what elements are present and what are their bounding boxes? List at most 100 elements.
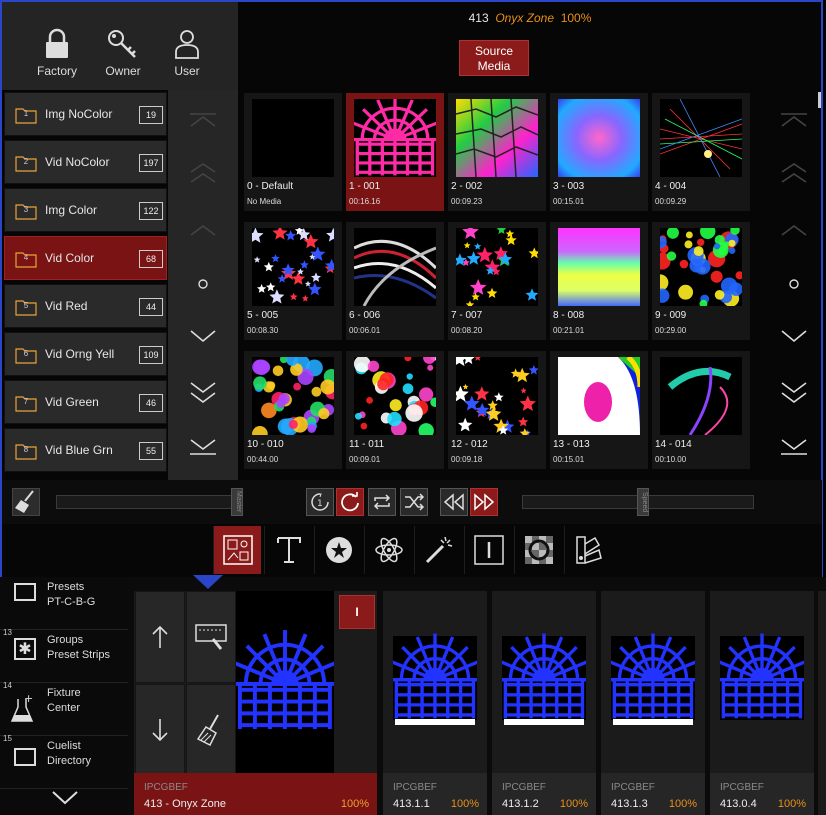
- double-chevron-down-icon[interactable]: [188, 380, 218, 406]
- media-name: 2 - 002: [451, 181, 483, 192]
- chevron-down-icon[interactable]: [779, 328, 809, 344]
- media-duration: 00:21.01: [553, 326, 585, 335]
- zone-card[interactable]: IPCGBEF 413.1.3 100%: [601, 591, 705, 815]
- media-tile[interactable]: 13 - 013 00:15.01: [550, 351, 648, 469]
- page-first-icon[interactable]: [188, 112, 218, 128]
- fixture-item[interactable]: 14 + Fixture Center: [0, 681, 128, 736]
- media-tile[interactable]: 6 - 006 00:06.01: [346, 222, 444, 340]
- page-last-icon[interactable]: [188, 438, 218, 456]
- media-duration: 00:09.18: [451, 455, 483, 464]
- user-button[interactable]: User: [157, 28, 217, 88]
- media-tile[interactable]: 8 - 008 00:21.01: [550, 222, 648, 340]
- folder-item[interactable]: 4 Vid Color 68: [4, 236, 167, 280]
- groups-item[interactable]: 13 ✱ Groups Preset Strips: [0, 628, 128, 683]
- repeat-button[interactable]: [368, 488, 396, 516]
- folder-item[interactable]: 1 Img NoColor 19: [4, 92, 167, 136]
- mask-tool-button[interactable]: [514, 526, 562, 574]
- master-handle[interactable]: Master: [231, 488, 243, 516]
- media-name: 10 - 010: [247, 439, 284, 450]
- factory-button[interactable]: Factory: [27, 28, 87, 88]
- flask-icon: +: [10, 693, 33, 722]
- move-down-button[interactable]: [135, 684, 185, 776]
- text-tool-button[interactable]: [264, 526, 312, 574]
- chevron-down-icon[interactable]: [50, 787, 80, 807]
- zone-strip: I IPCGBEF 413 - Onyx Zone 100% IPCGBEF 4…: [128, 577, 826, 815]
- zone-card[interactable]: IPCGBEF 413.0.4 100%: [710, 591, 814, 815]
- media-thumbnail: [354, 357, 436, 435]
- folder-item[interactable]: 6 Vid Orng Yell 109: [4, 332, 167, 376]
- effects-tool-button[interactable]: [364, 526, 412, 574]
- rewind-button[interactable]: [440, 488, 468, 516]
- double-chevron-up-icon[interactable]: [779, 162, 809, 186]
- media-tile[interactable]: 12 - 012 00:09.18: [448, 351, 546, 469]
- folder-item[interactable]: 3 Img Color 122: [4, 188, 167, 232]
- media-tile[interactable]: 1 - 001 00:16.16: [346, 93, 444, 211]
- transport-bar: Master 1 Speed: [2, 480, 822, 524]
- media-tile[interactable]: 4 - 004 00:09.29: [652, 93, 750, 211]
- center-dot-icon[interactable]: [788, 278, 800, 290]
- zone-card-main[interactable]: I IPCGBEF 413 - Onyx Zone 100%: [134, 591, 377, 815]
- media-tile[interactable]: 14 - 014 00:10.00: [652, 351, 750, 469]
- media-tile[interactable]: 10 - 010 00:44.00: [244, 351, 342, 469]
- page-last-icon[interactable]: [779, 438, 809, 456]
- media-tile[interactable]: 7 - 007 00:08.20: [448, 222, 546, 340]
- folder-item[interactable]: 8 Vid Blue Grn 55: [4, 428, 167, 472]
- zone-pct: 100%: [450, 798, 479, 810]
- shape-tool-button[interactable]: [314, 526, 362, 574]
- popup-pointer: [193, 575, 223, 589]
- media-thumbnail: [252, 228, 334, 306]
- shuffle-button[interactable]: [400, 488, 428, 516]
- media-tile[interactable]: 9 - 009 00:29.00: [652, 222, 750, 340]
- chevron-up-icon[interactable]: [188, 222, 218, 238]
- media-thumbnail: [456, 99, 538, 177]
- folder-item[interactable]: 7 Vid Green 46: [4, 380, 167, 424]
- double-chevron-up-icon[interactable]: [188, 162, 218, 186]
- media-thumbnail: [456, 228, 538, 306]
- source-media-button[interactable]: Source Media: [459, 40, 529, 76]
- zone-card[interactable]: IPCGBEF 413.1.2 100%: [492, 591, 596, 815]
- chevron-up-icon[interactable]: [779, 222, 809, 238]
- clear-button[interactable]: [12, 488, 40, 516]
- magic-tool-button[interactable]: [414, 526, 462, 574]
- zone-percent: 100%: [560, 11, 592, 25]
- folder-item[interactable]: 2 Vid NoColor 197: [4, 140, 167, 184]
- media-picker-popup: Factory Owner User 413 Onyx Zone 100% So…: [0, 0, 823, 577]
- fast-forward-button[interactable]: [470, 488, 498, 516]
- media-name: 3 - 003: [553, 181, 585, 192]
- media-tool-button[interactable]: [213, 526, 261, 574]
- media-scrollbar[interactable]: [818, 92, 821, 108]
- presets-item[interactable]: Presets PT-C-B-G: [0, 577, 128, 630]
- cuelist-item[interactable]: 15 Cuelist Directory: [0, 734, 128, 789]
- owner-button[interactable]: Owner: [93, 28, 153, 88]
- play-once-button[interactable]: 1: [306, 488, 334, 516]
- media-duration: 00:06.01: [349, 326, 381, 335]
- media-tile[interactable]: 3 - 003 00:15.01: [550, 93, 648, 211]
- white-bar: [613, 719, 693, 725]
- intensity-badge[interactable]: I: [339, 595, 375, 629]
- folder-number: 1: [23, 109, 29, 118]
- grid-pattern-preview: [236, 630, 334, 731]
- effect-tool-bar: [2, 524, 822, 577]
- media-tile[interactable]: 0 - Default No Media: [244, 93, 342, 211]
- edit-zone-button[interactable]: [186, 591, 236, 683]
- page-first-icon[interactable]: [779, 112, 809, 128]
- folder-name: Vid Red: [45, 299, 88, 313]
- loop-button[interactable]: [336, 488, 364, 516]
- color-tool-button[interactable]: [564, 526, 612, 574]
- media-thumbnail: [558, 228, 640, 306]
- media-tile[interactable]: 11 - 011 00:09.01: [346, 351, 444, 469]
- speed-handle[interactable]: Speed: [637, 488, 649, 516]
- move-up-button[interactable]: [135, 591, 185, 683]
- master-slider[interactable]: [56, 495, 242, 509]
- media-thumbnail: [558, 357, 640, 435]
- chevron-down-icon[interactable]: [188, 328, 218, 344]
- intensity-tool-button[interactable]: [464, 526, 512, 574]
- double-chevron-down-icon[interactable]: [779, 380, 809, 406]
- center-dot-icon[interactable]: [197, 278, 209, 290]
- folder-item[interactable]: 5 Vid Red 44: [4, 284, 167, 328]
- media-tile[interactable]: 5 - 005 00:08.30: [244, 222, 342, 340]
- clear-zone-button[interactable]: [186, 684, 236, 776]
- zone-card[interactable]: IPCGBEF 413.1.1 100%: [383, 591, 487, 815]
- media-duration: 00:09.29: [655, 197, 687, 206]
- media-tile[interactable]: 2 - 002 00:09.23: [448, 93, 546, 211]
